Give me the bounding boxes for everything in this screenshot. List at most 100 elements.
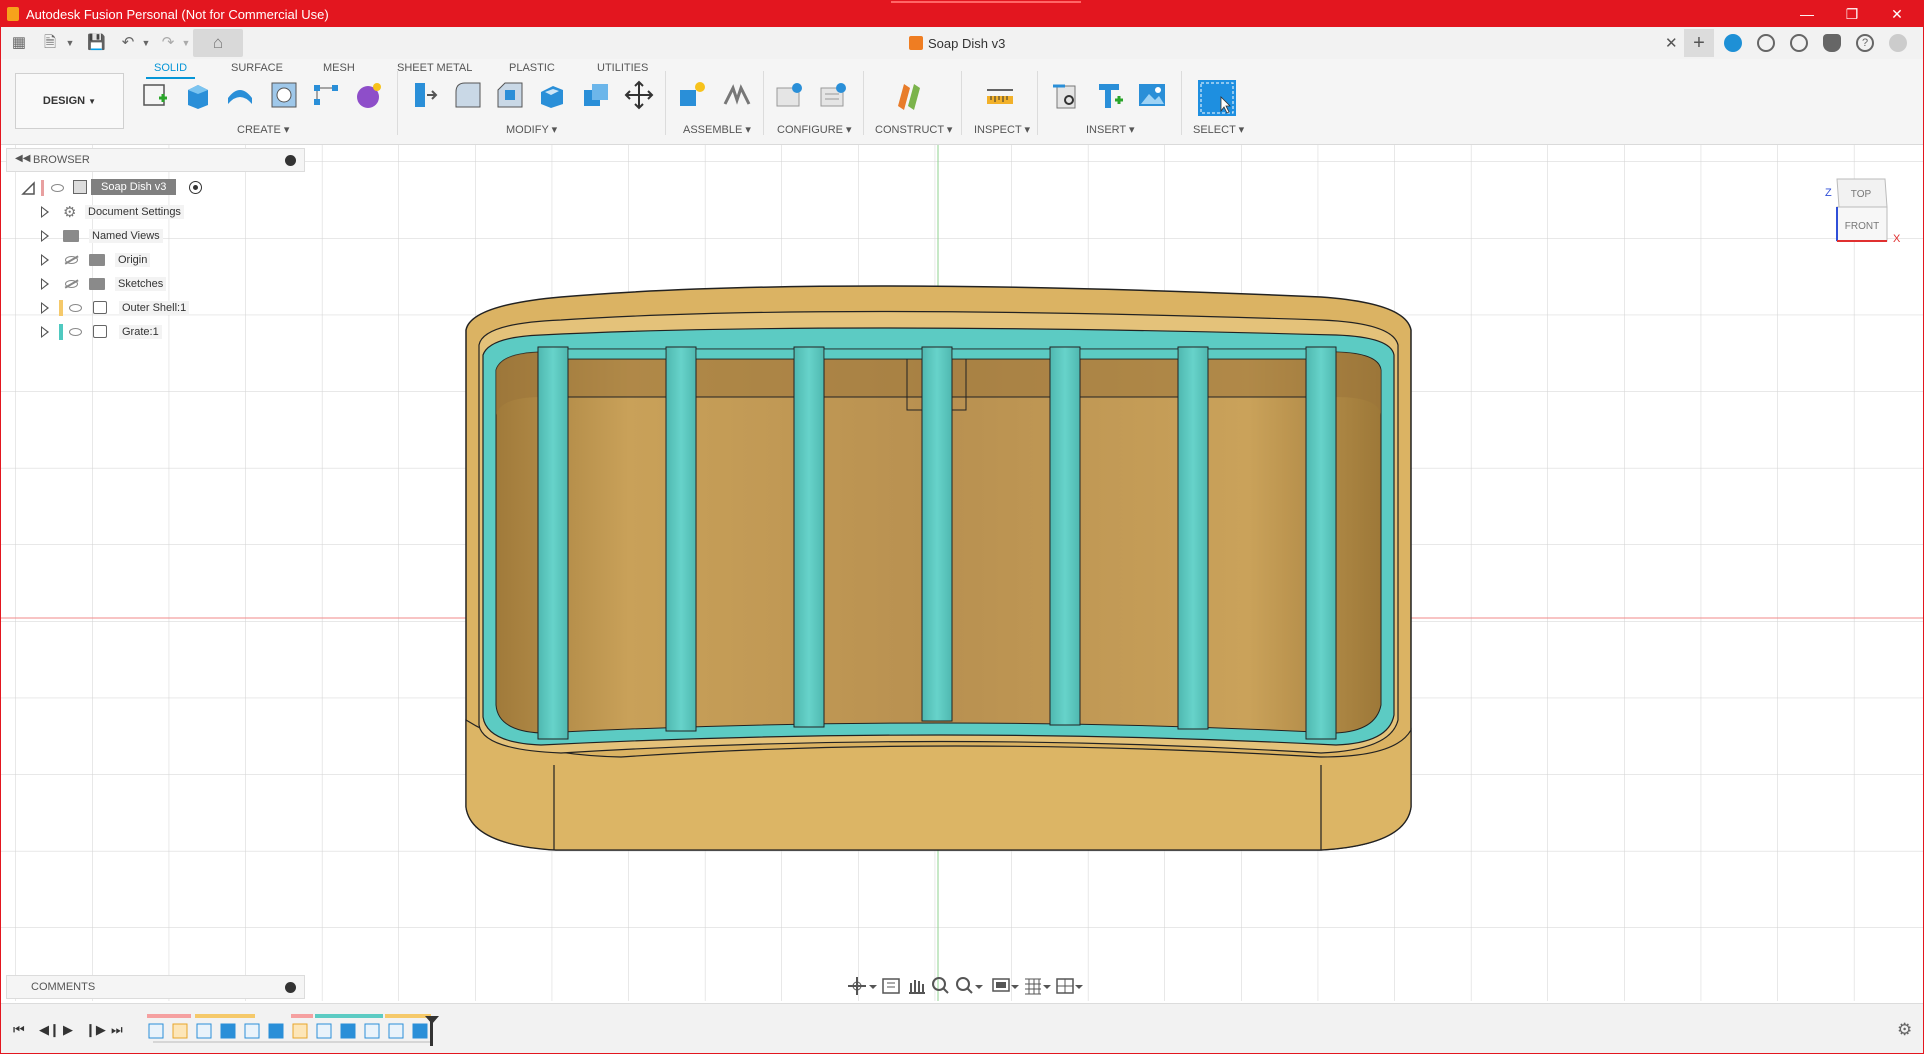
collapse-browser-icon[interactable]: ◀◀ — [15, 153, 30, 164]
tab-plastic[interactable]: PLASTIC — [509, 62, 555, 74]
move-icon[interactable] — [624, 80, 654, 110]
visibility-eye-icon[interactable] — [69, 304, 82, 312]
go-to-end-icon[interactable]: ⏭ — [111, 1022, 123, 1038]
document-tab[interactable]: Soap Dish v3 ✕ — [245, 27, 1681, 59]
online-status-icon[interactable] — [1790, 34, 1808, 52]
comments-panel[interactable]: COMMENTS — [6, 975, 305, 999]
configure-table-icon[interactable] — [775, 80, 805, 110]
browser-item-origin[interactable]: Origin — [19, 249, 219, 271]
browser-root-row[interactable]: Soap Dish v3 — [19, 177, 219, 199]
collapse-triangle-icon[interactable] — [21, 181, 35, 195]
close-window-icon[interactable]: ✕ — [1875, 4, 1919, 24]
group-inspect[interactable]: INSPECT ▾ — [974, 123, 1030, 136]
tab-sheet-metal[interactable]: SHEET METAL — [397, 62, 472, 74]
offset-plane-icon[interactable] — [894, 80, 924, 110]
browser-header[interactable]: ◀◀ BROWSER — [6, 148, 305, 172]
go-to-start-icon[interactable]: ⏮ — [13, 1022, 25, 1038]
job-status-icon[interactable] — [1757, 34, 1775, 52]
expand-triangle-icon[interactable] — [41, 302, 49, 314]
zoom-icon[interactable] — [932, 977, 949, 994]
browser-item-outer-shell[interactable]: Outer Shell:1 — [19, 297, 219, 319]
browser-root-label[interactable]: Soap Dish v3 — [91, 179, 177, 195]
visibility-eye-icon[interactable] — [51, 184, 64, 192]
create-sketch-icon[interactable] — [141, 80, 171, 110]
form-icon[interactable] — [353, 80, 383, 110]
press-pull-icon[interactable] — [409, 80, 439, 110]
orbit-icon[interactable] — [848, 977, 877, 995]
notifications-bell-icon[interactable] — [1823, 34, 1841, 52]
new-component-icon[interactable] — [677, 80, 707, 110]
revolve-icon[interactable] — [225, 80, 255, 110]
undo-icon[interactable]: ↶ — [119, 34, 137, 52]
user-avatar-icon[interactable] — [1889, 34, 1907, 52]
shell-icon[interactable] — [537, 80, 567, 110]
tab-surface[interactable]: SURFACE — [231, 62, 283, 74]
restore-icon[interactable]: ❐ — [1830, 4, 1874, 24]
insert-derive-icon[interactable] — [1051, 80, 1081, 110]
expand-triangle-icon[interactable] — [41, 230, 49, 242]
group-modify[interactable]: MODIFY ▾ — [506, 123, 557, 136]
minimize-icon[interactable]: — — [1785, 4, 1829, 24]
help-icon[interactable]: ? — [1856, 34, 1874, 52]
group-insert[interactable]: INSERT ▾ — [1086, 123, 1135, 136]
extensions-icon[interactable] — [1724, 34, 1742, 52]
hidden-eye-icon[interactable] — [65, 280, 78, 288]
fillet-icon[interactable] — [453, 80, 483, 110]
data-panel-grid-icon[interactable]: ▦ — [10, 34, 28, 52]
extrude-icon[interactable] — [183, 80, 213, 110]
file-dropdown-icon[interactable]: ▼ — [61, 34, 79, 52]
activate-radio-icon[interactable] — [189, 181, 202, 194]
pan-hand-icon[interactable] — [909, 980, 925, 994]
look-at-icon[interactable] — [882, 978, 900, 994]
browser-minimize-icon[interactable] — [285, 155, 296, 166]
browser-item-named-views[interactable]: Named Views — [19, 225, 219, 247]
group-select[interactable]: SELECT ▾ — [1193, 123, 1244, 136]
new-tab-button[interactable]: + — [1684, 29, 1714, 57]
add-comment-icon[interactable] — [285, 982, 296, 993]
step-back-icon[interactable]: ◀❙ — [39, 1022, 60, 1038]
hidden-eye-icon[interactable] — [65, 256, 78, 264]
select-icon[interactable] — [1197, 79, 1237, 117]
workspace-switcher[interactable]: DESIGN ▼ — [15, 73, 124, 129]
step-forward-icon[interactable]: ❙▶ — [85, 1022, 106, 1038]
visibility-eye-icon[interactable] — [69, 328, 82, 336]
soap-dish-model[interactable] — [465, 285, 1412, 851]
expand-triangle-icon[interactable] — [41, 326, 49, 338]
group-construct[interactable]: CONSTRUCT ▾ — [875, 123, 952, 136]
grid-settings-icon[interactable] — [1025, 978, 1051, 995]
chamfer-icon[interactable] — [495, 80, 525, 110]
fit-zoom-icon[interactable] — [956, 977, 983, 994]
combine-icon[interactable] — [581, 80, 611, 110]
expand-triangle-icon[interactable] — [41, 278, 49, 290]
viewcube-top-label[interactable]: TOP — [1851, 189, 1872, 200]
group-configure[interactable]: CONFIGURE ▾ — [777, 123, 852, 136]
viewport-canvas[interactable] — [1, 145, 1923, 1001]
tab-utilities[interactable]: UTILITIES — [597, 62, 648, 74]
hole-icon[interactable] — [269, 80, 299, 110]
redo-icon[interactable]: ↷ — [159, 34, 177, 52]
measure-icon[interactable] — [985, 80, 1015, 110]
configure-rule-icon[interactable] — [819, 80, 849, 110]
viewcube-front-label[interactable]: FRONT — [1845, 221, 1879, 232]
viewcube[interactable]: TOP FRONT — [1827, 173, 1897, 243]
timeline-features[interactable] — [145, 1014, 445, 1048]
insert-mcmaster-icon[interactable] — [1095, 80, 1125, 110]
viewports-icon[interactable] — [1056, 978, 1083, 994]
undo-dropdown-icon[interactable]: ▼ — [137, 34, 155, 52]
insert-canvas-icon[interactable] — [1137, 80, 1167, 110]
close-tab-icon[interactable]: ✕ — [1665, 34, 1678, 52]
group-assemble[interactable]: ASSEMBLE ▾ — [683, 123, 751, 136]
tab-solid[interactable]: SOLID — [145, 62, 196, 79]
browser-item-document-settings[interactable]: ⚙ Document Settings — [19, 201, 219, 223]
pattern-icon[interactable] — [311, 80, 341, 110]
expand-triangle-icon[interactable] — [41, 254, 49, 266]
expand-triangle-icon[interactable] — [41, 206, 49, 218]
home-icon[interactable]: ⌂ — [193, 29, 243, 57]
file-menu-icon[interactable]: 🗎 — [41, 34, 59, 52]
browser-item-grate[interactable]: Grate:1 — [19, 321, 219, 343]
group-create[interactable]: CREATE ▾ — [237, 123, 289, 136]
joint-icon[interactable] — [721, 80, 751, 110]
browser-item-sketches[interactable]: Sketches — [19, 273, 219, 295]
display-settings-icon[interactable] — [992, 978, 1019, 992]
play-icon[interactable]: ▶ — [63, 1022, 73, 1038]
